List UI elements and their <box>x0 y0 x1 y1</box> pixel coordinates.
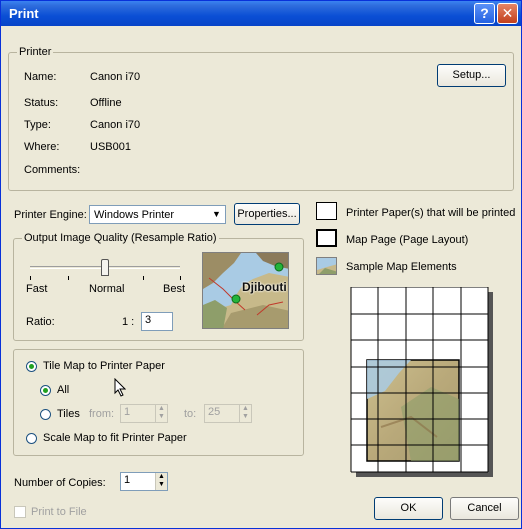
tile-grid-preview <box>350 286 493 477</box>
sample-map-swatch <box>316 257 337 275</box>
scale-map-label[interactable]: Scale Map to fit Printer Paper <box>43 432 187 444</box>
type-label: Type: <box>24 119 51 131</box>
copies-value: 1 <box>124 474 131 486</box>
printer-engine-select[interactable]: Windows Printer ▼ <box>89 205 226 224</box>
tile-map-radio[interactable] <box>26 361 37 372</box>
tiles-to-value: 25 <box>208 406 221 418</box>
printer-paper-label: Printer Paper(s) that will be printed <box>346 207 516 219</box>
printer-engine-label: Printer Engine: <box>14 209 87 221</box>
name-label: Name: <box>24 71 57 83</box>
tiles-range-radio[interactable] <box>40 409 51 420</box>
preview-map-label: Djibouti <box>242 280 287 294</box>
copies-input[interactable]: 1 ▲ ▼ <box>120 472 168 491</box>
slider-thumb[interactable] <box>101 259 109 276</box>
all-tiles-label[interactable]: All <box>57 384 69 396</box>
slider-tick-max <box>180 276 181 280</box>
best-label: Best <box>163 283 186 295</box>
tiles-from-value: 1 <box>124 406 131 418</box>
comments-label: Comments: <box>24 164 81 176</box>
quality-preview-map: Djibouti <box>202 252 289 329</box>
properties-button[interactable]: Properties... <box>234 203 300 225</box>
ratio-input[interactable]: 3 <box>141 312 173 331</box>
ratio-prefix: 1 : <box>122 316 135 328</box>
page-layout-preview <box>341 286 501 481</box>
printer-paper-swatch <box>316 202 337 220</box>
status-value: Offline <box>90 97 122 109</box>
map-page-swatch <box>316 229 337 247</box>
close-button[interactable]: ✕ <box>497 3 518 24</box>
printer-engine-value: Windows Printer <box>94 209 175 221</box>
tiles-to-input[interactable]: 25 ▲ ▼ <box>204 404 252 423</box>
sample-map-label: Sample Map Elements <box>346 261 457 273</box>
quality-group-label: Output Image Quality (Resample Ratio) <box>22 232 219 244</box>
printer-group-label: Printer <box>17 46 54 58</box>
quality-slider[interactable] <box>26 259 186 281</box>
tiles-from-stepper[interactable]: ▲ ▼ <box>155 405 167 422</box>
fast-label: Fast <box>26 283 48 295</box>
setup-button[interactable]: Setup... <box>437 64 506 87</box>
cancel-button[interactable]: Cancel <box>450 497 519 520</box>
tiles-from-input[interactable]: 1 ▲ ▼ <box>120 404 168 423</box>
ok-button[interactable]: OK <box>374 497 443 520</box>
tiles-to-stepper[interactable]: ▲ ▼ <box>239 405 251 422</box>
slider-tick <box>68 276 69 280</box>
copies-stepper[interactable]: ▲ ▼ <box>155 473 167 490</box>
scale-map-radio[interactable] <box>26 433 37 444</box>
status-label: Status: <box>24 97 59 109</box>
mouse-pointer-icon <box>114 378 126 397</box>
tiles-range-label[interactable]: Tiles <box>57 408 80 420</box>
map-page-label: Map Page (Page Layout) <box>346 234 469 246</box>
copies-label: Number of Copies: <box>14 477 106 489</box>
tiles-to-label: to: <box>184 408 197 420</box>
window-title: Print <box>9 6 39 21</box>
title-bar[interactable]: Print ? ✕ <box>1 1 521 26</box>
normal-label: Normal <box>89 283 125 295</box>
type-value: Canon i70 <box>90 119 141 131</box>
print-to-file-checkbox[interactable] <box>14 506 26 518</box>
where-label: Where: <box>24 141 60 153</box>
slider-tick <box>143 276 144 280</box>
print-dialog: Print ? ✕ Printer Name: Canon i70 Status… <box>0 0 522 529</box>
print-to-file-label[interactable]: Print to File <box>31 506 87 518</box>
all-tiles-radio[interactable] <box>40 385 51 396</box>
tiles-from-label: from: <box>89 408 115 420</box>
tile-map-label[interactable]: Tile Map to Printer Paper <box>43 360 165 372</box>
chevron-down-icon[interactable]: ▼ <box>209 207 224 222</box>
slider-tick-min <box>30 276 31 280</box>
ratio-label: Ratio: <box>26 316 55 328</box>
name-value: Canon i70 <box>90 71 141 83</box>
help-button[interactable]: ? <box>474 3 495 24</box>
where-value: USB001 <box>90 141 131 153</box>
